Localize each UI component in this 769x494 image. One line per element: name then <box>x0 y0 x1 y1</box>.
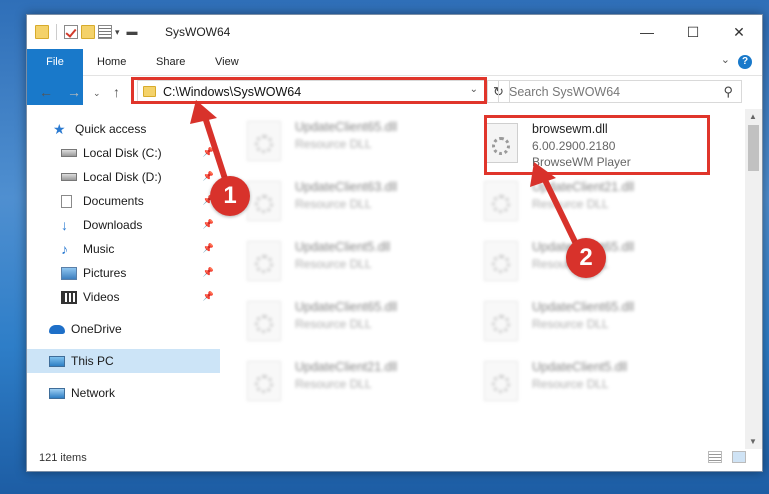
arrow-1-head <box>190 100 217 124</box>
step-1-badge: 1 <box>210 176 250 216</box>
annotation-arrows <box>190 100 581 250</box>
arrow-2-line <box>541 176 581 250</box>
arrow-2-head <box>530 162 556 187</box>
step-2-badge: 2 <box>566 238 606 278</box>
